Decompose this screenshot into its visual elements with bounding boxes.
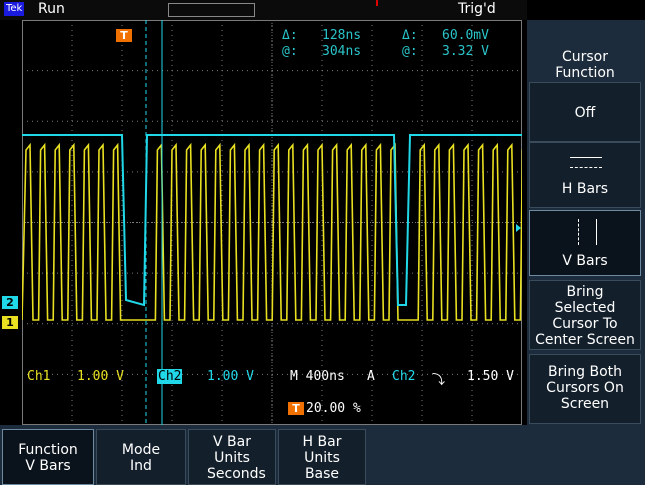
falling-edge-icon: ⤵ [432,373,446,388]
at-time-label: @: [282,44,298,59]
hbar-units-button[interactable]: H Bar Units Base [278,429,366,485]
vbar-units-value: Seconds [207,466,266,482]
at-time-value: 304ns [322,44,362,59]
ch1-scale: 1.00 V [77,369,124,384]
hbars-label: H Bars [561,181,609,197]
delta-volt-value: 60.0mV [442,28,489,43]
trigger-marker-icon: T [116,29,132,42]
waveform-graticule [22,20,522,425]
brand-logo: Tek [4,2,25,16]
bring-selected-cursor-button[interactable]: Bring Selected Cursor To Center Screen [529,280,641,350]
function-button-label: Function [18,442,78,458]
cursor-off-button[interactable]: Off [529,82,641,142]
bottom-menu: Function V Bars Mode Ind V Bar Units Sec… [0,425,527,485]
function-button[interactable]: Function V Bars [2,429,94,485]
record-position-bar [168,3,255,17]
bring-both-label: Bring Both Cursors On Screen [546,364,624,412]
mode-button-label: Mode [121,442,161,458]
trigger-status: Trig'd [458,1,496,17]
function-button-value: V Bars [25,458,71,474]
ch2-scale: 1.00 V [207,369,254,384]
mode-button-value: Ind [130,458,152,474]
hbars-icon-dashed [570,167,602,168]
vbars-icon-dashed [578,219,579,245]
waveform-display: Δ: 128ns Δ: 60.0mV @: 304ns @: 3.32 V Ch… [22,20,522,425]
at-volt-label: @: [402,44,418,59]
ch1-ground-marker: 1 [2,316,18,329]
status-bar: Tek Run Trig'd [0,0,527,20]
ch2-label: Ch2 [157,369,183,384]
ch2-ground-marker: 2 [2,296,18,309]
acquisition-status: Run [38,1,65,17]
delta-time-value: 128ns [322,28,362,43]
cursor-hbars-button[interactable]: H Bars [529,142,641,208]
ch1-waveform [22,142,522,321]
vbar-units-label: V Bar Units [213,434,251,466]
trigger-source: Ch2 [392,369,416,384]
trigger-level-arrow [516,224,521,232]
trigger-position: 20.00 % [306,401,361,416]
at-volt-value: 3.32 V [442,44,489,59]
trigger-position-tick [376,0,378,6]
trigger-level: 1.50 V [467,369,514,384]
delta-volt-label: Δ: [402,28,418,43]
trigger-mode: A [367,369,375,384]
bring-both-cursors-button[interactable]: Bring Both Cursors On Screen [529,354,641,424]
bring-selected-label: Bring Selected Cursor To Center Screen [535,284,635,348]
timebase: M 400ns [290,369,345,384]
vbars-icon [596,219,597,245]
cursor-off-label: Off [574,105,596,121]
mode-button[interactable]: Mode Ind [96,429,186,485]
vbars-label: V Bars [562,253,608,269]
vbar-units-button[interactable]: V Bar Units Seconds [188,429,276,485]
trigger-position-icon: T [288,402,304,415]
hbars-icon [570,157,602,158]
hbar-units-label: H Bar Units [302,434,342,466]
hbar-units-value: Base [304,466,340,482]
delta-time-label: Δ: [282,28,298,43]
ch1-label: Ch1 [27,369,51,384]
side-menu: Cursor Function Off H Bars V Bars Bring … [527,20,645,485]
cursor-vbars-button[interactable]: V Bars [529,210,641,276]
